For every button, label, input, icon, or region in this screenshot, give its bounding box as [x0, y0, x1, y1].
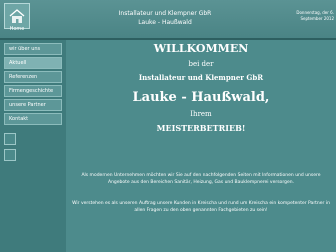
photo-icon[interactable] — [4, 149, 16, 161]
welcome-bei: bei der — [188, 60, 214, 68]
welcome-heading: WILLKOMMEN — [153, 42, 249, 55]
mission-paragraph: Wir verstehen es als unseren Auftrag uns… — [72, 201, 330, 213]
company-name: Installateur und Klempner GbR — [138, 73, 264, 82]
meisterbetrieb-text: MEISTERBETRIEB! — [156, 123, 246, 133]
sidebar-item-wir-ueber-uns[interactable]: wir über uns — [4, 43, 62, 55]
intro-paragraph: Als modernen Unternehmen möchten wir Sie… — [81, 173, 321, 185]
sidebar-item-referenzen[interactable]: Referenzen — [4, 71, 62, 83]
sidebar-item-unsere-partner[interactable]: unsere Partner — [4, 99, 62, 111]
sidebar-item-aktuell[interactable]: Aktuell — [4, 57, 62, 69]
header-title-line2: Lauke - Haußwald — [138, 19, 192, 26]
header: Home Installateur und Klempner GbR Lauke… — [0, 0, 336, 38]
date-display: Donnerstag, der 6. September 2012 — [294, 10, 336, 22]
house-icon — [9, 9, 25, 23]
sidebar-item-firmengeschichte[interactable]: Firmengeschichte — [4, 85, 62, 97]
main-content: WILLKOMMEN bei der Installateur und Klem… — [66, 40, 336, 252]
home-label[interactable]: Home — [4, 26, 30, 32]
header-title-line1: Installateur und Klempner GbR — [118, 10, 212, 17]
welcome-ihrem: Ihrem — [190, 110, 212, 118]
date-line2: September 2012 — [300, 16, 334, 21]
sidebar: wir über uns Aktuell Referenzen Firmenge… — [0, 40, 64, 252]
photo-icon[interactable] — [4, 133, 16, 145]
page-header-title: Installateur und Klempner GbR Lauke - Ha… — [90, 9, 240, 27]
owner-names: Lauke - Haußwald, — [132, 90, 270, 105]
sidebar-item-kontakt[interactable]: Kontakt — [4, 113, 62, 125]
